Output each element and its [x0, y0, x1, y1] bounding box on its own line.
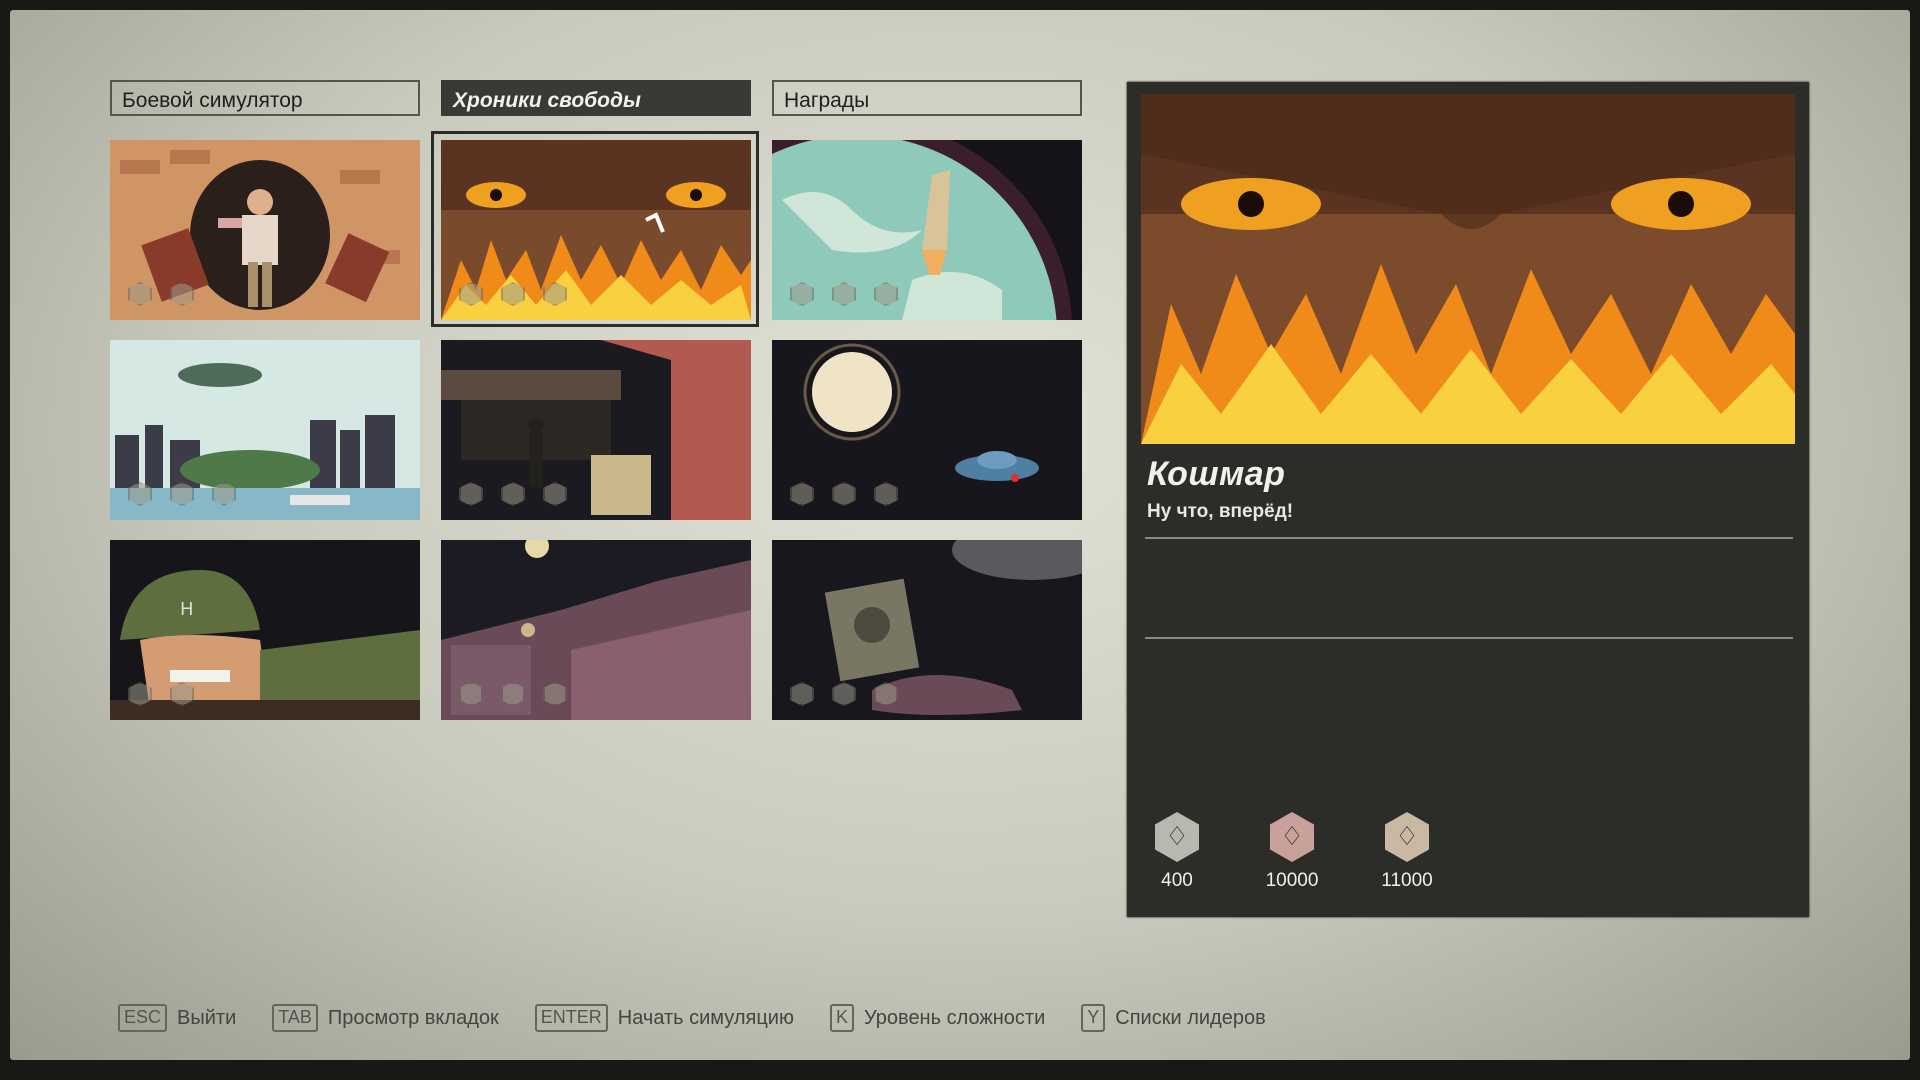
medal-icon: [874, 282, 898, 306]
svg-text:H: H: [180, 599, 194, 620]
medal-row: [459, 282, 567, 306]
score-silver: 400: [1137, 812, 1217, 892]
rank-badge-icon: [1385, 812, 1429, 862]
medal-row: [128, 482, 236, 506]
hint-label: Просмотр вкладок: [327, 1006, 499, 1029]
medal-icon: [128, 482, 152, 506]
divider: [1145, 537, 1793, 539]
hint-difficulty[interactable]: K Уровень сложности: [829, 1004, 1046, 1032]
hint-leaderboards[interactable]: Y Списки лидеров: [1081, 1004, 1266, 1032]
medal-icon: [170, 282, 194, 306]
medal-icon: [501, 282, 525, 306]
medal-icon: [501, 482, 525, 506]
score-value: 10000: [1265, 870, 1319, 891]
medal-icon: [459, 482, 483, 506]
mission-tile-2-selected[interactable]: [441, 140, 751, 320]
mission-tile-6[interactable]: [772, 340, 1082, 520]
rank-badge-icon: [1270, 812, 1314, 862]
medal-icon: [459, 282, 483, 306]
mission-tile-7[interactable]: H: [110, 540, 420, 720]
medal-row: [128, 282, 194, 306]
y-key-icon: Y: [1081, 1004, 1106, 1032]
tab-freedom-chronicles[interactable]: Хроники свободы: [441, 80, 751, 116]
medal-icon: [832, 482, 856, 506]
tab-combat-simulator[interactable]: Боевой симулятор: [110, 80, 420, 116]
score-gold: 11000: [1367, 812, 1447, 892]
medal-icon: [790, 682, 814, 706]
mission-tile-1[interactable]: [110, 140, 420, 320]
hint-exit[interactable]: ESC Выйти: [118, 1004, 236, 1032]
medal-icon: [790, 282, 814, 306]
medal-row: [790, 282, 898, 306]
hint-start-simulation[interactable]: ENTER Начать симуляцию: [534, 1004, 794, 1032]
hint-label: Выйти: [177, 1006, 237, 1029]
mission-tile-5[interactable]: [441, 340, 751, 520]
medal-row: [459, 682, 567, 706]
esc-key-icon: ESC: [118, 1004, 168, 1032]
mission-tile-9[interactable]: [772, 540, 1082, 720]
tab-key-icon: TAB: [272, 1004, 318, 1032]
hint-label: Списки лидеров: [1115, 1006, 1266, 1029]
rank-badge-icon: [1155, 812, 1199, 862]
enter-key-icon: ENTER: [534, 1004, 608, 1032]
divider: [1145, 637, 1793, 639]
medal-icon: [128, 682, 152, 706]
medal-row: [790, 482, 898, 506]
hint-browse-tabs[interactable]: TAB Просмотр вкладок: [272, 1004, 499, 1032]
mission-difficulty-title: Кошмар: [1147, 455, 1286, 493]
medal-icon: [832, 282, 856, 306]
medal-icon: [128, 282, 152, 306]
medal-icon: [501, 682, 525, 706]
mission-tile-3[interactable]: [772, 140, 1082, 320]
score-value: 11000: [1381, 870, 1433, 891]
medal-icon: [874, 482, 898, 506]
medal-icon: [170, 682, 194, 706]
medal-icon: [543, 682, 567, 706]
medal-row: [128, 682, 194, 706]
medal-icon: [459, 682, 483, 706]
mission-detail-panel: Кошмар Ну что, вперёд! 400 10000 11000: [1127, 82, 1809, 917]
mission-preview-art: [1141, 94, 1795, 444]
tab-rewards[interactable]: Награды: [772, 80, 1082, 116]
score-value: 400: [1161, 870, 1193, 891]
medal-row: [790, 682, 898, 706]
medal-icon: [832, 682, 856, 706]
mission-subtitle: Ну что, вперёд!: [1147, 501, 1294, 522]
medal-icon: [543, 282, 567, 306]
medal-icon: [543, 482, 567, 506]
mission-tile-8[interactable]: [441, 540, 751, 720]
k-key-icon: K: [829, 1004, 854, 1032]
hint-label: Начать симуляцию: [617, 1006, 794, 1029]
mission-tile-4[interactable]: [110, 340, 420, 520]
key-hints-bar: ESC Выйти TAB Просмотр вкладок ENTER Нач…: [118, 1004, 1302, 1032]
medal-icon: [790, 482, 814, 506]
score-bronze: 10000: [1252, 812, 1332, 892]
medal-icon: [874, 682, 898, 706]
hint-label: Уровень сложности: [863, 1006, 1046, 1029]
mission-preview-image: [1141, 94, 1795, 444]
medal-icon: [170, 482, 194, 506]
medal-row: [459, 482, 567, 506]
medal-icon: [212, 482, 236, 506]
